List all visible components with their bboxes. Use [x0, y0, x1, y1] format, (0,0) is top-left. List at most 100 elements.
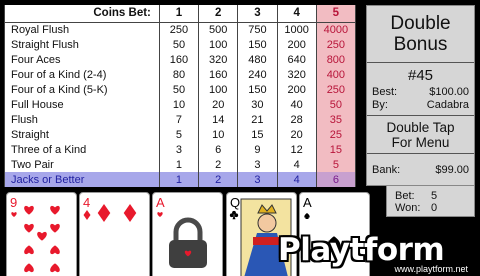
- game-info-panel: Double Bonus #45 Best: $100.00 By: Cadab…: [366, 5, 475, 186]
- hand-name: Flush: [4, 112, 160, 127]
- won-value: 0: [431, 202, 438, 214]
- payout-cell: 28: [276, 112, 317, 127]
- payout-cell: 1: [158, 172, 200, 187]
- bet-label: Bet:: [395, 190, 415, 202]
- watermark-brand: Playtform: [278, 232, 445, 268]
- payout-cell: 20: [198, 97, 239, 112]
- paytable-row: Full House 10 20 30 40 50: [4, 97, 357, 112]
- hand-name: Full House: [4, 97, 160, 112]
- coin-column-header[interactable]: 5: [315, 5, 357, 23]
- game-title: Double Bonus: [367, 13, 474, 55]
- payout-cell: 4: [276, 157, 317, 172]
- card-rank: A: [156, 195, 165, 210]
- watermark: Playtform www.playtform.net: [272, 232, 480, 276]
- by-value: Cadabra: [426, 99, 469, 111]
- card-rank: 4: [83, 195, 90, 210]
- menu-hint-button[interactable]: Double Tap For Menu: [367, 120, 474, 150]
- paytable-row: Straight 5 10 15 20 25: [4, 127, 357, 142]
- payout-cell: 1000: [276, 22, 317, 37]
- payout-cell: 4: [276, 172, 317, 187]
- card-rank: A: [303, 195, 312, 210]
- payout-cell: 15: [237, 127, 278, 142]
- payout-cell: 10: [198, 127, 239, 142]
- payout-cell: 250: [315, 82, 357, 97]
- menu-hint-line: For Menu: [391, 135, 450, 150]
- menu-hint-line: Double Tap: [386, 120, 455, 135]
- payout-cell: 5: [158, 127, 200, 142]
- payout-cell: 240: [237, 67, 278, 82]
- payout-cell: 35: [315, 112, 357, 127]
- playing-card[interactable]: 9: [6, 192, 77, 276]
- hand-name: Four of a Kind (2-4): [4, 67, 160, 82]
- payout-cell: 2: [198, 172, 239, 187]
- watermark-url: www.playtform.net: [394, 264, 468, 274]
- paytable: Coins Bet: 1 2 3 4 5 Royal Flush 250 500 75…: [4, 5, 357, 187]
- paytable-row: Straight Flush 50 100 150 200 250: [4, 37, 357, 52]
- paytable-row: Flush 7 14 21 28 35: [4, 112, 357, 127]
- payout-cell: 6: [198, 142, 239, 157]
- coin-column-header[interactable]: 4: [276, 5, 317, 23]
- best-value: $100.00: [429, 86, 469, 98]
- payout-cell: 3: [158, 142, 200, 157]
- card-rank: 9: [10, 195, 17, 210]
- payout-cell: 800: [315, 52, 357, 67]
- payout-cell: 480: [237, 52, 278, 67]
- payout-cell: 320: [276, 67, 317, 82]
- payout-cell: 14: [198, 112, 239, 127]
- payout-cell: 750: [237, 22, 278, 37]
- payout-cell: 150: [237, 37, 278, 52]
- coin-column-header[interactable]: 3: [237, 5, 278, 23]
- playing-card[interactable]: A: [152, 192, 223, 276]
- payout-cell: 2: [198, 157, 239, 172]
- hand-name: Four Aces: [4, 52, 160, 67]
- hand-name: Four of a Kind (5-K): [4, 82, 160, 97]
- payout-cell: 20: [276, 127, 317, 142]
- payout-cell: 50: [158, 82, 200, 97]
- bet-row: Bet: 5: [395, 190, 474, 202]
- paytable-header-row: Coins Bet: 1 2 3 4 5: [4, 5, 357, 23]
- coin-column-header[interactable]: 2: [198, 5, 239, 23]
- payout-cell: 200: [276, 82, 317, 97]
- hand-name: Three of a Kind: [4, 142, 160, 157]
- payout-cell: 640: [276, 52, 317, 67]
- payout-cell: 150: [237, 82, 278, 97]
- game-number: #45: [407, 67, 434, 84]
- paytable-row: Four Aces 160 320 480 640 800: [4, 52, 357, 67]
- payout-cell: 160: [198, 67, 239, 82]
- coin-column-header[interactable]: 1: [158, 5, 200, 23]
- payout-cell: 50: [158, 37, 200, 52]
- payout-cell: 500: [198, 22, 239, 37]
- payout-cell: 25: [315, 127, 357, 142]
- paytable-row: Two Pair 1 2 3 4 5: [4, 157, 357, 172]
- won-row: Won: 0: [395, 202, 474, 214]
- payout-cell: 320: [198, 52, 239, 67]
- playing-card[interactable]: 4: [79, 192, 150, 276]
- card-rank: Q: [230, 195, 240, 210]
- payout-cell: 5: [315, 157, 357, 172]
- bet-won-box: Bet: 5 Won: 0: [386, 185, 475, 217]
- hand-name: Two Pair: [4, 157, 160, 172]
- game-title-line: Bonus: [393, 34, 448, 55]
- payout-cell: 10: [158, 97, 200, 112]
- bank-label: Bank:: [372, 164, 401, 176]
- payout-cell: 100: [198, 82, 239, 97]
- payout-cell: 9: [237, 142, 278, 157]
- game-title-line: Double: [390, 13, 451, 34]
- paytable-row: Royal Flush 250 500 750 1000 4000: [4, 22, 357, 37]
- payout-cell: 1: [158, 157, 200, 172]
- hand-name: Straight Flush: [4, 37, 160, 52]
- paytable-row: Four of a Kind (5-K) 50 100 150 200 250: [4, 82, 357, 97]
- divider: [367, 115, 474, 116]
- payout-cell: 12: [276, 142, 317, 157]
- won-label: Won:: [395, 202, 421, 214]
- payout-cell: 21: [237, 112, 278, 127]
- paytable-row: Three of a Kind 3 6 9 12 15: [4, 142, 357, 157]
- payout-cell: 30: [237, 97, 278, 112]
- payout-cell: 40: [276, 97, 317, 112]
- payout-cell: 250: [158, 22, 200, 37]
- payout-cell: 7: [158, 112, 200, 127]
- payout-cell: 100: [198, 37, 239, 52]
- best-by-row: By: Cadabra: [367, 99, 474, 112]
- hand-name: Jacks or Better: [4, 172, 160, 187]
- padlock-heart-icon: [169, 217, 207, 268]
